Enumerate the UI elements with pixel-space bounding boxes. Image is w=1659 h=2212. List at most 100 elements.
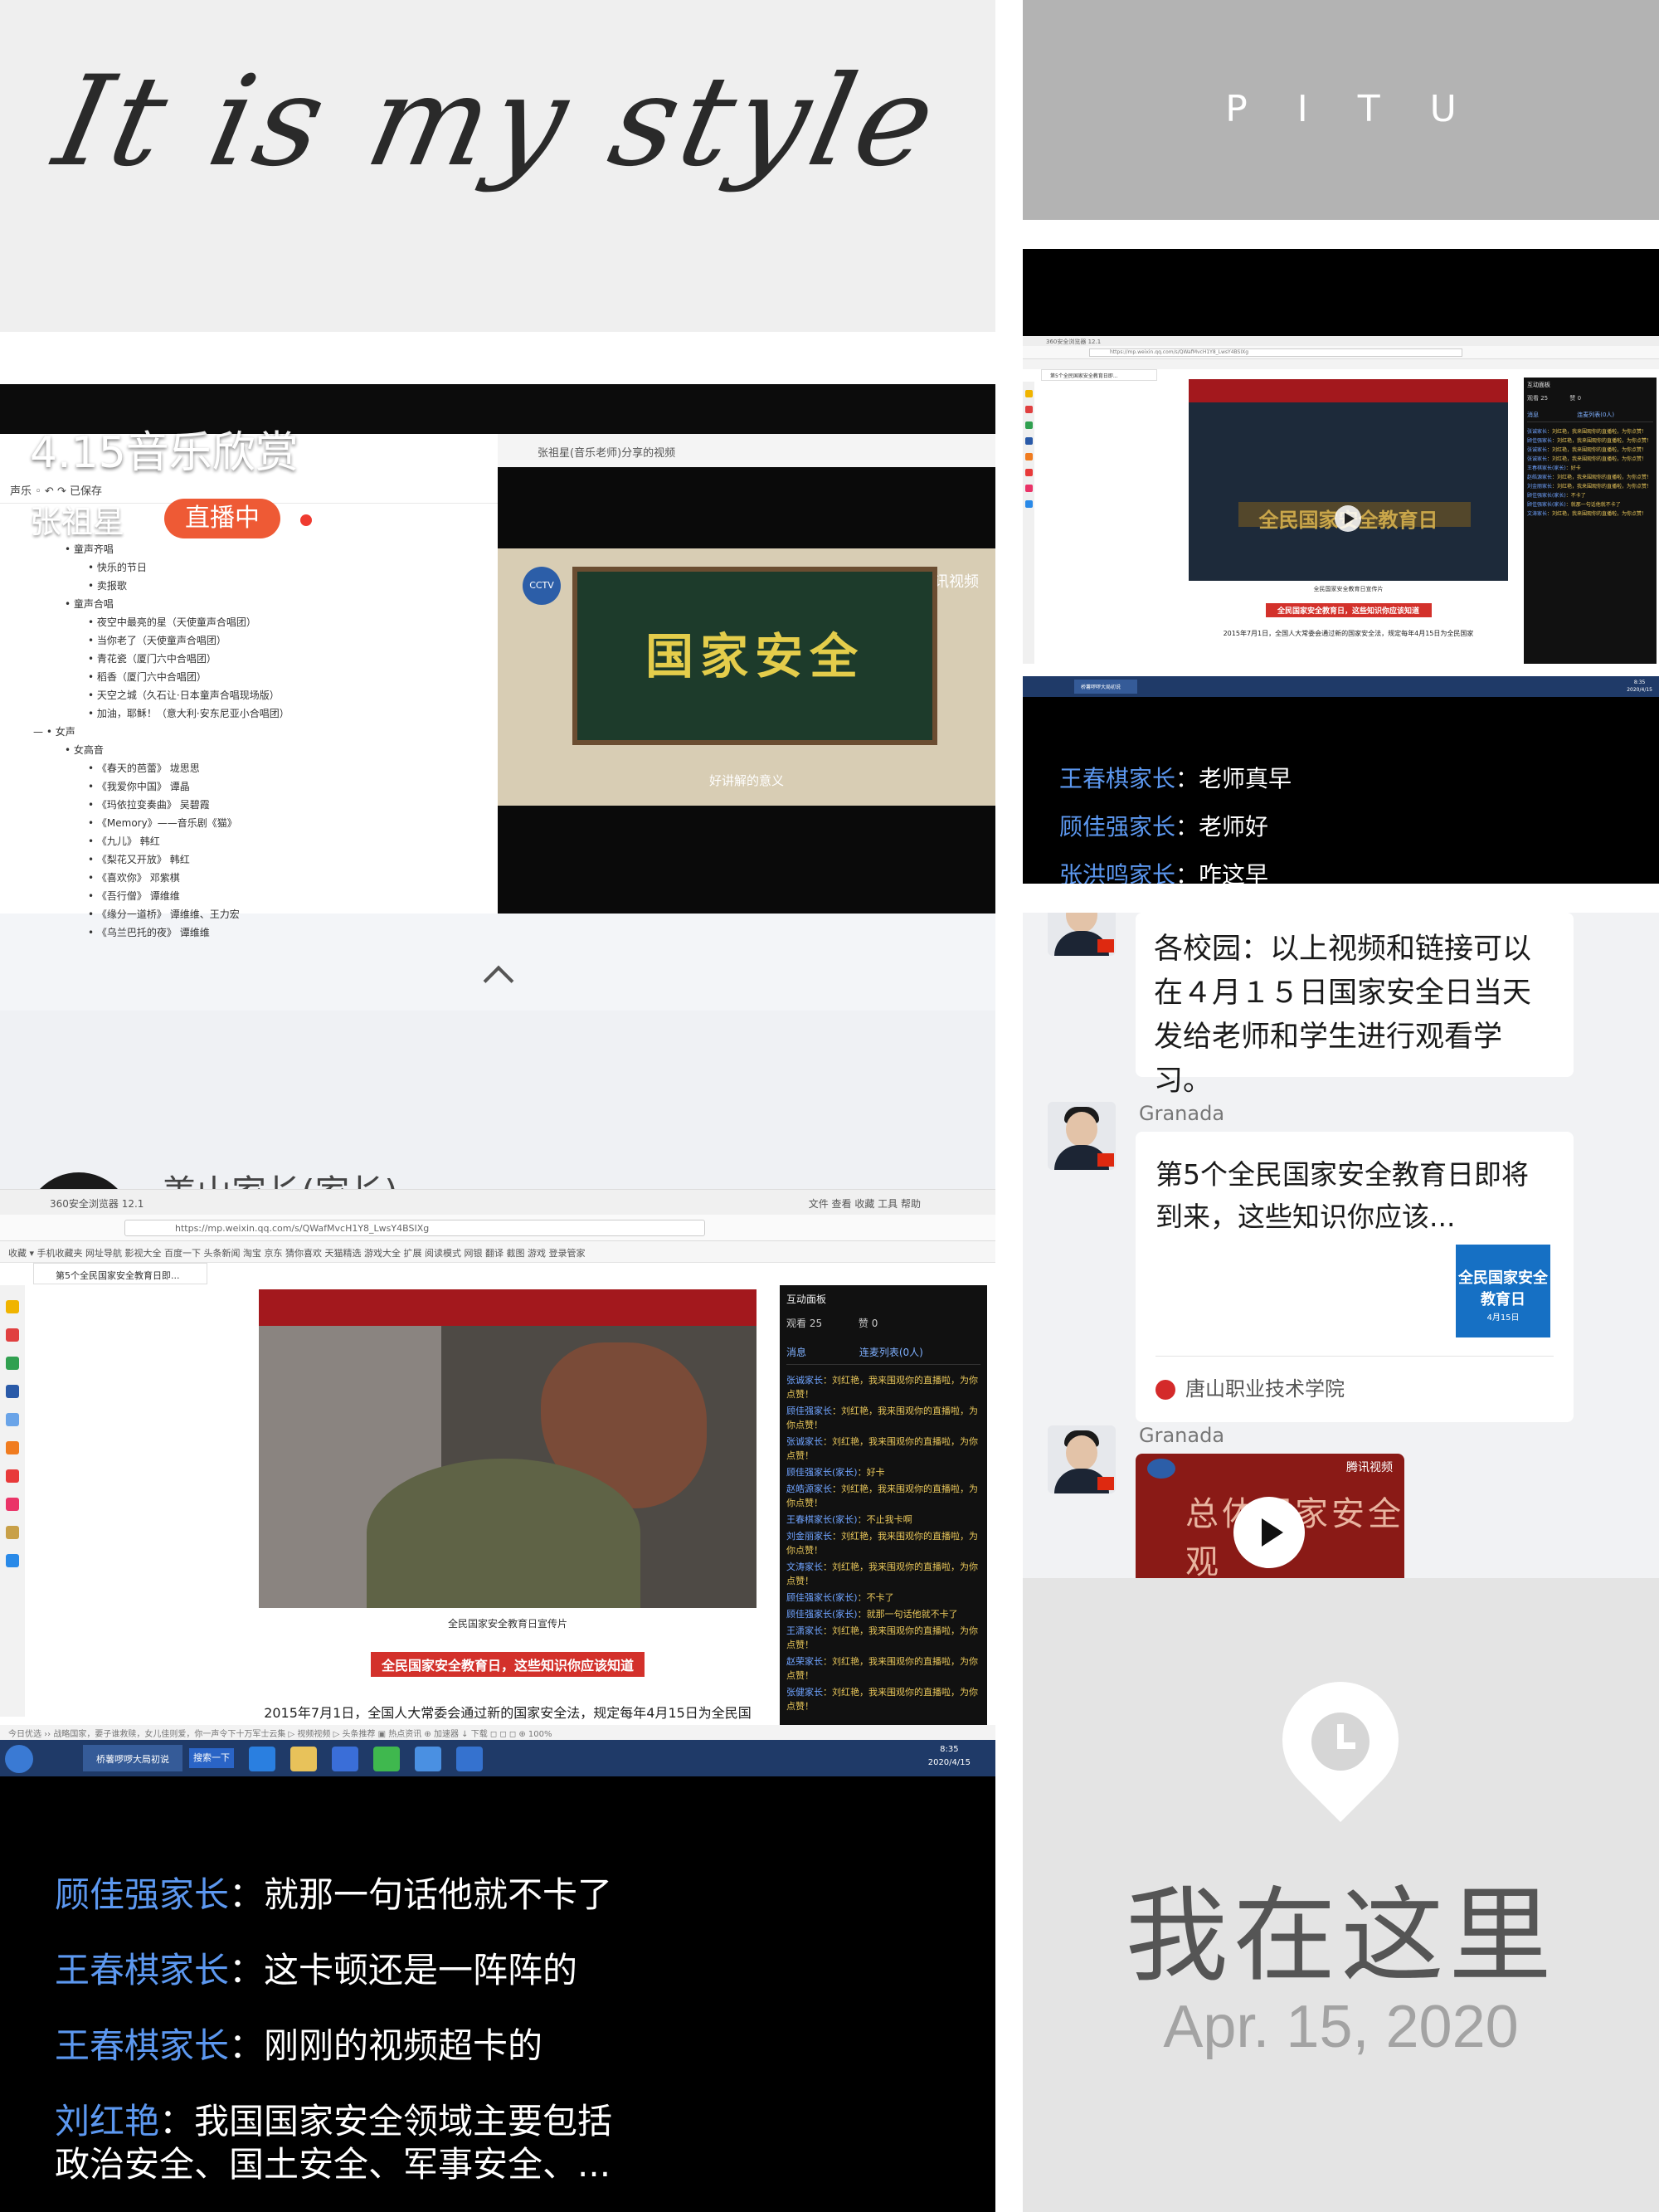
start-button[interactable]	[5, 1745, 33, 1773]
shop-icon[interactable]	[6, 1526, 19, 1539]
video-icon[interactable]	[6, 1469, 19, 1483]
outline-item[interactable]: 《乌兰巴托的夜》 谭维维	[33, 923, 289, 942]
bookmarks-bar[interactable]: 收藏 ▾ 手机收藏夹 网址导航 影视大全 百度一下 头条新闻 淘宝 京东 猜你喜…	[0, 1241, 995, 1263]
browser-tab[interactable]: 第5个全民国家安全教育日即...	[33, 1263, 207, 1284]
outline-item[interactable]: 《梨花又开放》 韩红	[33, 850, 289, 869]
game-icon[interactable]	[6, 1441, 19, 1454]
message-sender[interactable]: 赵皓源家长	[1527, 475, 1552, 480]
message-sender[interactable]: 王潇家长	[786, 1625, 823, 1636]
outline-item[interactable]: 《喜欢你》 邓紫棋	[33, 869, 289, 887]
message-sender[interactable]: 刘金丽家长	[786, 1531, 832, 1542]
chat-sender[interactable]: 王春棋家长	[55, 2025, 229, 2066]
taskbar-task[interactable]: 桥薯啰啰大局初说	[83, 1745, 182, 1771]
chat-sender[interactable]: 王春棋家长	[1059, 765, 1175, 792]
chat-sender[interactable]: 张洪鸣家长	[1059, 861, 1175, 884]
outline-item[interactable]: 当你老了（天使童声合唱团）	[33, 631, 289, 650]
browser-menu[interactable]: 文件 查看 收藏 工具 帮助	[809, 1196, 921, 1211]
chevron-up-icon[interactable]	[479, 965, 516, 985]
video-card[interactable]: 腾讯视频 总体国家安全观	[1136, 1454, 1404, 1578]
tab-messages[interactable]: 消息	[786, 1347, 806, 1358]
outline-item[interactable]: 青花瓷（厦门六中合唱团）	[33, 650, 289, 668]
chat-sender[interactable]: 刘红艳	[55, 2101, 159, 2141]
outline-item[interactable]: 《吾行僧》 谭维维	[33, 887, 289, 905]
link-card[interactable]: 第5个全民国家安全教育日即将到来，这些知识你应该... 全民国家安全教育日 4月…	[1136, 1132, 1574, 1422]
doc-icon[interactable]	[6, 1413, 19, 1426]
outline-item[interactable]: 《缘分一道桥》 谭维维、王力宏	[33, 905, 289, 923]
outline-item[interactable]: 《春天的芭蕾》 垅思思	[33, 759, 289, 777]
music-icon[interactable]	[1025, 485, 1033, 492]
outline-item[interactable]: 天空之城（久石让·日本童声合唱现场版）	[33, 686, 289, 704]
cloud-icon[interactable]	[1025, 500, 1033, 508]
small-address-input[interactable]: https://mp.weixin.qq.com/s/QWafMvcH1Y8_L…	[1089, 348, 1462, 357]
outline-item[interactable]: 《九儿》 韩红	[33, 832, 289, 850]
app-taskbar-icon[interactable]	[415, 1747, 441, 1771]
message-sender[interactable]: 张诚家长	[786, 1375, 823, 1386]
small-taskbar-task[interactable]: 桥薯啰啰大局初说	[1074, 680, 1137, 694]
outline-item[interactable]: 女高音	[33, 741, 289, 759]
avatar[interactable]	[1048, 1425, 1116, 1493]
message-sender[interactable]: 刘金丽家长	[1527, 484, 1552, 490]
message-sender[interactable]: 文涛家长	[786, 1562, 823, 1572]
message-sender[interactable]: 顾佳强家长(家长)	[786, 1467, 858, 1478]
small-tab-messages[interactable]: 消息	[1527, 412, 1539, 418]
game-icon[interactable]	[1025, 453, 1033, 460]
message-sender[interactable]: 张诚家长	[786, 1436, 823, 1447]
weibo-icon[interactable]	[1025, 406, 1033, 413]
word-icon[interactable]	[332, 1747, 358, 1771]
message-sender[interactable]: 张诚家长	[1527, 447, 1547, 453]
app-icon[interactable]	[6, 1385, 19, 1398]
mail-icon[interactable]	[6, 1357, 19, 1370]
message-sender[interactable]: 顾佳强家长(家长)	[1527, 502, 1566, 508]
small-video-still[interactable]: 全民国家安全教育日	[1189, 402, 1508, 581]
message-sender[interactable]: 顾佳强家长	[1527, 438, 1552, 444]
small-tab-connect-list[interactable]: 连麦列表(0人)	[1577, 412, 1614, 418]
avatar[interactable]	[1048, 913, 1116, 956]
outline-item[interactable]: 快乐的节日	[33, 558, 289, 577]
message-sender[interactable]: 王春棋家长(家长)	[1527, 465, 1566, 471]
message-sender[interactable]: 赵皓源家长	[786, 1484, 832, 1494]
outline-item[interactable]: 卖报歌	[33, 577, 289, 595]
outline-item[interactable]: 《我爱你中国》 谭晶	[33, 777, 289, 796]
star-icon[interactable]	[1025, 390, 1033, 397]
message-bubble[interactable]: 各校园：以上视频和链接可以在４月１５日国家安全日当天发给老师和学生进行观看学习。	[1136, 913, 1574, 1098]
article-photo[interactable]	[259, 1326, 757, 1608]
outline-item[interactable]: 童声齐唱	[33, 540, 289, 558]
play-icon[interactable]	[1335, 505, 1361, 532]
message-sender[interactable]: 王春棋家长(家长)	[786, 1514, 858, 1525]
message-sender[interactable]: 顾佳强家长(家长)	[786, 1592, 858, 1603]
app-icon[interactable]	[1025, 437, 1033, 445]
message-sender[interactable]: 张诚家长	[1527, 456, 1547, 462]
media-taskbar-icon[interactable]	[456, 1747, 483, 1771]
folder-icon[interactable]	[290, 1747, 317, 1771]
outline-item[interactable]: 夜空中最亮的星（天使童声合唱团）	[33, 613, 289, 631]
message-sender[interactable]: 顾佳强家长(家长)	[786, 1609, 858, 1620]
ie-icon[interactable]	[249, 1747, 275, 1771]
message-sender[interactable]: 顾佳强家长(家长)	[1527, 493, 1566, 499]
small-browser-tab[interactable]: 第5个全民国家安全教育日即...	[1041, 369, 1157, 381]
mail-icon[interactable]	[1025, 421, 1033, 429]
weibo-icon[interactable]	[6, 1328, 19, 1342]
taskbar-search-button[interactable]: 搜索一下	[189, 1748, 234, 1768]
music-icon[interactable]	[6, 1498, 19, 1511]
outline-item[interactable]: 女声	[33, 723, 289, 741]
avatar[interactable]	[1048, 1102, 1116, 1170]
message-sender[interactable]: 张健家长	[786, 1687, 823, 1698]
message-sender[interactable]: 张诚家长	[1527, 429, 1547, 435]
outline-item[interactable]: 加油，耶稣！（意大利·安东尼亚小合唱团）	[33, 704, 289, 723]
star-icon[interactable]	[6, 1300, 19, 1313]
tab-connect-list[interactable]: 连麦列表(0人)	[859, 1347, 923, 1358]
message-sender[interactable]: 文涛家长	[1527, 511, 1547, 517]
address-input[interactable]: https://mp.weixin.qq.com/s/QWafMvcH1Y8_L…	[124, 1220, 705, 1236]
outline-item[interactable]: 《Memory》——音乐剧《猫》	[33, 814, 289, 832]
outline-item[interactable]: 《玛依拉变奏曲》 吴碧霞	[33, 796, 289, 814]
outline-item[interactable]: 稻香（厦门六中合唱团）	[33, 668, 289, 686]
chat-sender[interactable]: 王春棋家长	[55, 1950, 229, 1990]
message-sender[interactable]: 顾佳强家长	[786, 1406, 832, 1416]
message-sender[interactable]: 赵荣家长	[786, 1656, 823, 1667]
outline-item[interactable]: 童声合唱	[33, 595, 289, 613]
video-frame[interactable]: CCTV 腾讯视频 国家安全 好讲解的意义	[498, 548, 995, 806]
play-icon[interactable]	[1233, 1497, 1305, 1568]
chat-sender[interactable]: 顾佳强家长	[55, 1874, 229, 1915]
browser-taskbar-icon[interactable]	[373, 1747, 400, 1771]
video-icon[interactable]	[1025, 469, 1033, 476]
